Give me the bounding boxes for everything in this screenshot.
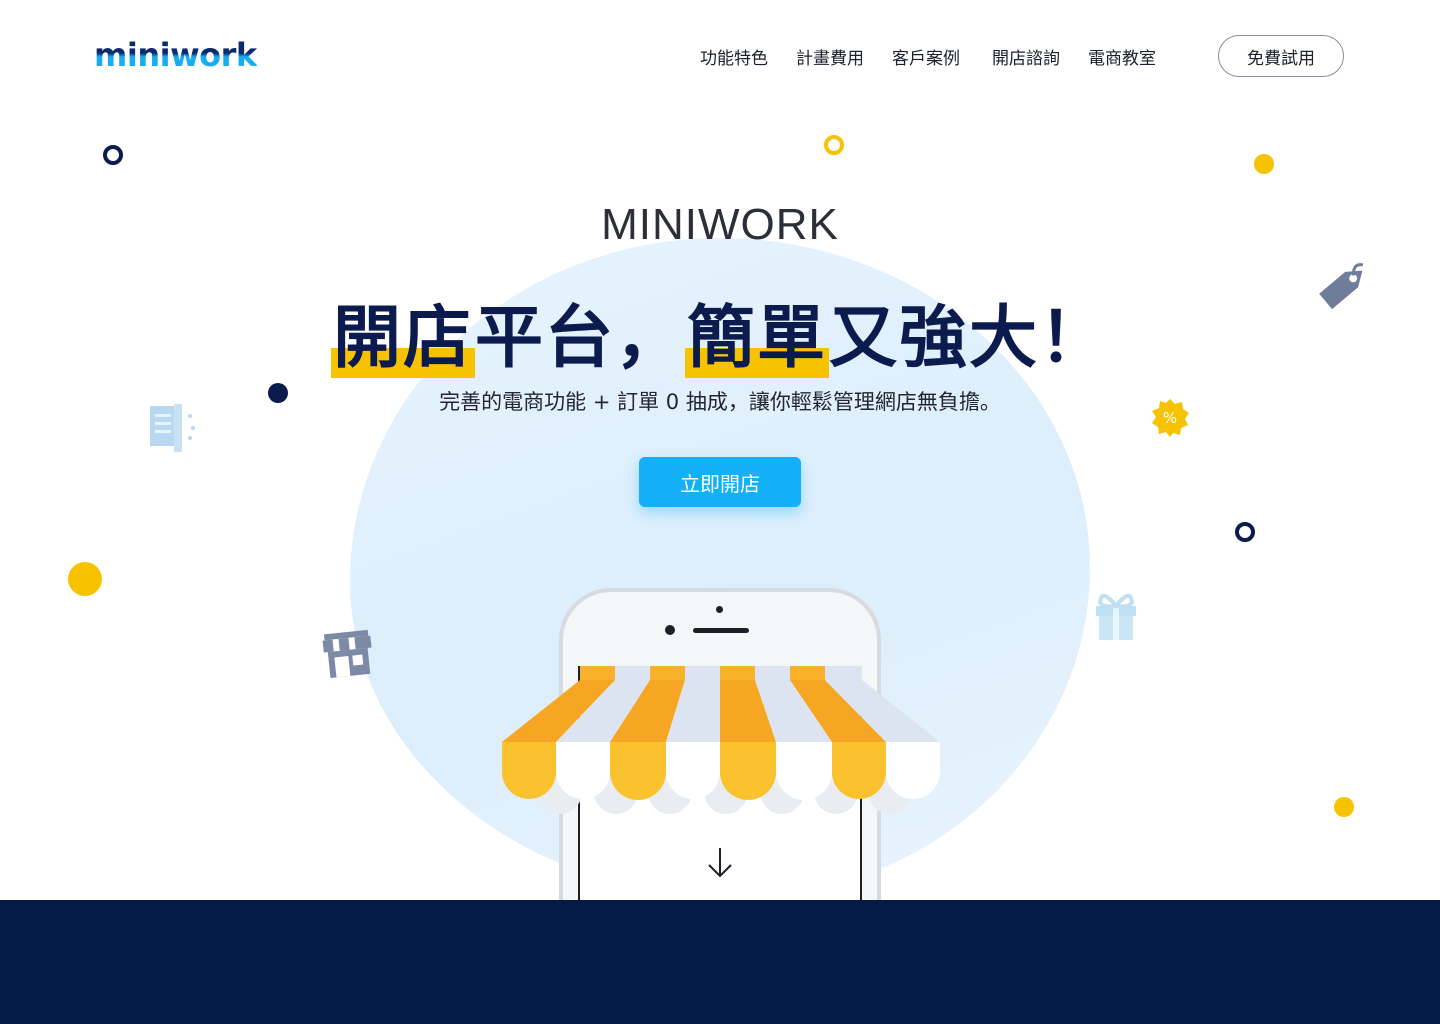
hero-subtitle: 完善的電商功能 + 訂單 0 抽成，讓你輕鬆管理網店無負擔。 [439, 390, 1001, 414]
headline-text: 又強大！ [829, 299, 1110, 378]
hero-eyebrow: MINIWORK [601, 200, 839, 249]
free-trial-button[interactable]: 免費試用 [1218, 35, 1344, 77]
gift-icon [1096, 594, 1136, 640]
dot-decoration [68, 562, 102, 596]
logo[interactable]: miniwork [94, 36, 257, 74]
headline-highlight: 簡單 [685, 299, 830, 378]
dot-decoration [1334, 797, 1354, 817]
ring-dot-decoration [1235, 522, 1255, 542]
ring-dot-decoration [824, 135, 844, 155]
nav-item-classroom[interactable]: 電商教室 [1088, 44, 1156, 69]
main-nav: 功能特色 計畫費用 客戶案例 開店諮詢 電商教室 [700, 44, 1184, 69]
headline-text: 平台， [474, 299, 685, 378]
headline-highlight: 開店 [330, 299, 475, 378]
dot-decoration [1254, 154, 1274, 174]
arrow-down-icon[interactable] [706, 846, 734, 880]
awning-illustration [502, 666, 940, 814]
phone-sensor [716, 606, 723, 613]
nav-item-features[interactable]: 功能特色 [700, 44, 768, 69]
store-icon [322, 629, 372, 678]
nav-item-consult[interactable]: 開店諮詢 [992, 44, 1060, 69]
hero-headline: 開店平台，簡單又強大！ [0, 282, 1440, 381]
nav-item-cases[interactable]: 客戶案例 [892, 44, 960, 69]
next-section-band [0, 900, 1440, 1024]
nav-item-pricing[interactable]: 計畫費用 [796, 44, 864, 69]
ring-dot-decoration [103, 145, 123, 165]
phone-speaker [693, 628, 749, 633]
phone-camera [665, 625, 675, 635]
open-store-button[interactable]: 立即開店 [639, 457, 801, 507]
